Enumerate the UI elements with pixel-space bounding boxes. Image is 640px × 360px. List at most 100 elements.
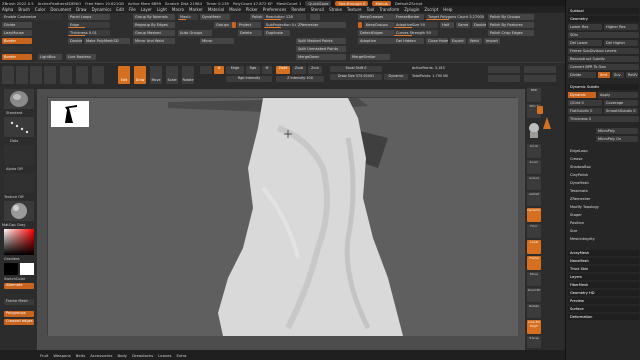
project-toggle[interactable] (232, 22, 236, 28)
geometry-hd-header[interactable]: Geometry HD (568, 290, 639, 296)
split-masked-button[interactable]: Split Masked Points (296, 38, 346, 44)
micropoly-button[interactable]: MicroPoly (596, 128, 638, 134)
menu-item[interactable]: Stroke (329, 7, 342, 12)
detect-edges-button[interactable]: DetectEdges (358, 30, 394, 36)
stager-item[interactable]: Stager (568, 212, 639, 218)
nanomesh-header[interactable]: NanoMesh (568, 258, 639, 264)
perspective-button[interactable] (488, 75, 520, 82)
make-polymesh-button[interactable]: Make PolyMesh3D (84, 38, 130, 44)
bottom-tab[interactable]: Accessories (90, 353, 112, 358)
aahalf-button[interactable]: AAHalf (527, 192, 541, 206)
export-button[interactable]: Export (450, 38, 466, 44)
mirror-and-weld-button[interactable]: Mirror And Weld (133, 38, 175, 44)
adaptive-button[interactable]: Adaptive (358, 38, 394, 44)
menu-item[interactable]: Layer (141, 7, 152, 12)
bottom-tab[interactable]: Body (117, 353, 127, 358)
menu-item[interactable]: Texture (347, 7, 362, 12)
live-boolean-button[interactable]: Live Boolean (66, 54, 96, 60)
polyf-button[interactable]: Line Fill PolyF (527, 320, 541, 334)
material-thumb-left[interactable] (4, 201, 34, 221)
alpha-thumb-left[interactable] (4, 145, 34, 165)
scroll-button[interactable]: Scroll (527, 144, 541, 158)
dynamic-subdiv-toggle[interactable]: Dynamic (568, 92, 596, 98)
half-button[interactable]: Half (440, 22, 454, 28)
texture-thumb[interactable] (76, 66, 88, 84)
zsub-button[interactable]: Zsub (292, 66, 306, 74)
see-through-slider[interactable]: See-through 0 (335, 0, 369, 6)
rgb-intensity-slider[interactable]: Rgb Intensity (226, 76, 272, 82)
silhouette-preview[interactable] (51, 101, 89, 127)
edit-button[interactable]: Edit (118, 66, 130, 84)
menu-item[interactable]: Document (50, 7, 71, 12)
rgb-button[interactable]: Rgb (246, 66, 260, 74)
regroup-by-edges-button[interactable]: Regroup By Edges (133, 22, 175, 28)
del-higher-button[interactable]: Del Higher (604, 40, 638, 46)
mrgb-sphere-icon[interactable] (200, 66, 212, 74)
keep-creases-button[interactable]: KeepCreases (358, 14, 394, 20)
menu-item[interactable]: Marker (189, 7, 203, 12)
bottom-tab[interactable]: Leaves (158, 353, 171, 358)
position-item[interactable]: Position (568, 220, 639, 226)
surface-header[interactable]: Surface (568, 306, 639, 312)
paste-button[interactable] (524, 75, 556, 82)
border-button-2[interactable]: Border (2, 54, 32, 60)
freeze-border-button[interactable]: FreezeBorder (394, 14, 424, 20)
head-navigation-icon[interactable] (527, 120, 541, 140)
draw-size-slider-2[interactable]: Draw Size 575.92491 (330, 74, 382, 80)
projection-thumb[interactable] (60, 66, 72, 84)
convert-bpr-button[interactable]: Convert BPR To Geo (568, 64, 639, 70)
menu-item[interactable]: Zscript (424, 7, 438, 12)
z-intensity-slider[interactable]: Z Intensity 100 (276, 76, 324, 82)
double-button[interactable]: Double (68, 38, 82, 44)
target-polygons-slider[interactable]: Target Polygons Count 3.27005 (426, 14, 484, 20)
arraymesh-header[interactable]: ArrayMesh (568, 250, 639, 256)
menu-item[interactable]: Macro (172, 7, 184, 12)
alternate-button[interactable]: Alternate (4, 283, 34, 289)
bottom-tab[interactable]: Fruit (40, 353, 48, 358)
split-unmasked-button[interactable]: Split Unmasked Points (296, 46, 346, 52)
resolution-slider[interactable]: Resolution 128 (264, 14, 306, 20)
weld-button[interactable]: Weld (468, 38, 482, 44)
bottom-tab[interactable]: Dreadlocks (132, 353, 153, 358)
dynamic-persp-button[interactable]: Dynamic (527, 208, 541, 222)
edgeloop-item[interactable]: EdgeLoop (568, 148, 639, 154)
apply-button[interactable]: Apply (598, 92, 638, 98)
merge-similar-button[interactable]: MergeSimilar (350, 54, 390, 60)
preview-header[interactable]: Preview (568, 298, 639, 304)
scale-button[interactable]: Scale (166, 66, 178, 84)
keep-groups-button[interactable]: KeepGroups (364, 22, 394, 28)
polygroups-button[interactable]: Polygroups (4, 311, 34, 317)
creased-edges-button[interactable]: Creased edges (4, 319, 34, 325)
menu-item[interactable]: Preferences (263, 7, 287, 12)
main-color-swatch[interactable] (20, 263, 34, 275)
enable-customize-button[interactable]: Enable Customize (2, 14, 62, 20)
color-picker[interactable] (4, 229, 34, 255)
menu-item[interactable]: Stencil (311, 7, 325, 12)
frame-button[interactable]: Frame (527, 256, 541, 270)
menus-button[interactable]: Menus (372, 0, 391, 6)
claypolish-item[interactable]: ClayPolish (568, 172, 639, 178)
group-masked-button[interactable]: Group Masked (133, 30, 175, 36)
delete-button[interactable]: Delete (238, 30, 262, 36)
zcut-button[interactable]: Zcut (308, 66, 322, 74)
bottom-tab[interactable]: Weapons (53, 353, 70, 358)
material-thumb[interactable] (30, 66, 42, 84)
crease-item[interactable]: Crease (568, 156, 639, 162)
project-button[interactable]: Project (237, 22, 261, 28)
bpr-button[interactable]: BPR (527, 88, 541, 102)
higher-res-button[interactable]: Higher Res (604, 24, 638, 30)
same-button[interactable]: Same (456, 22, 470, 28)
dynamesh-button[interactable]: DynaMesh (200, 14, 230, 20)
secondary-color-swatch[interactable] (4, 263, 18, 275)
color-thumb[interactable] (16, 66, 28, 84)
del-hidden-button[interactable]: Del Hidden (394, 38, 424, 44)
menu-item[interactable]: Zplugin (404, 7, 419, 12)
qgrid-slider[interactable]: QGrid 0 (568, 100, 602, 106)
divide-button-tray[interactable]: Divide (568, 72, 596, 78)
standard-brush-thumb[interactable] (4, 89, 34, 109)
menu-item[interactable]: File (129, 7, 136, 12)
brush-thumb[interactable] (2, 66, 14, 84)
zoom3d-button[interactable]: Zoom3D (527, 288, 541, 302)
polish-button[interactable]: Polish (250, 14, 264, 20)
adaptive-size-slider[interactable]: AdaptiveSize 50 (394, 22, 438, 28)
